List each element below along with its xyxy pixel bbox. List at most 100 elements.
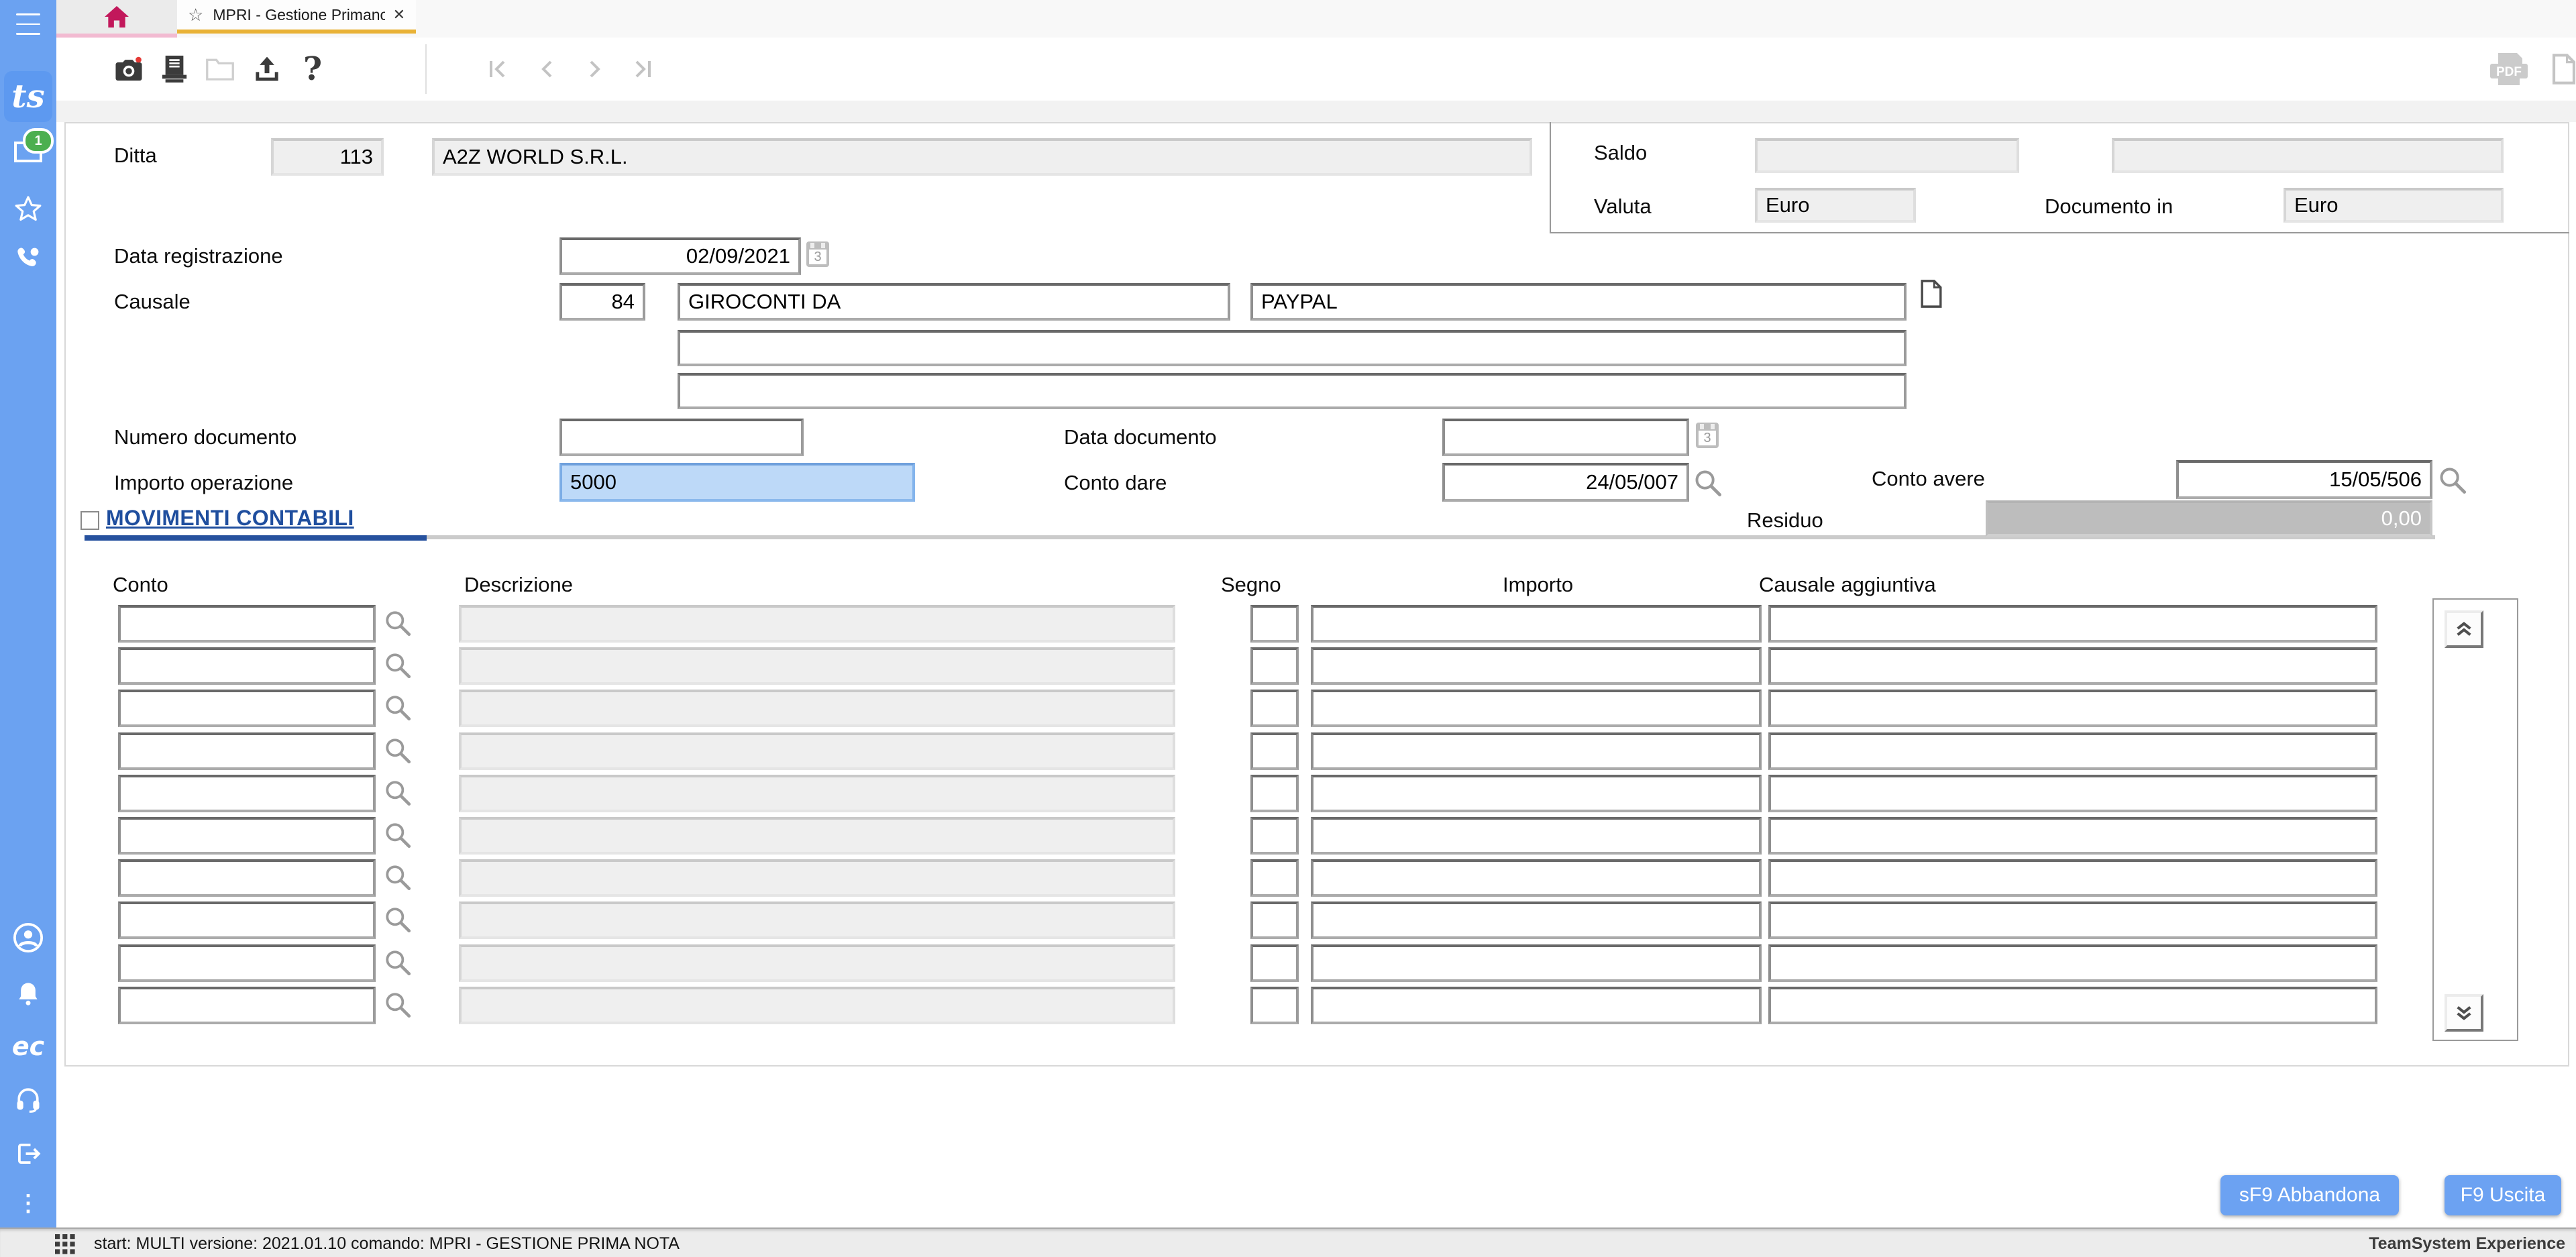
row-importo-field[interactable] (1311, 817, 1762, 855)
row-importo-field[interactable] (1311, 859, 1762, 897)
row-causale-aggiuntiva-field[interactable] (1768, 987, 2377, 1024)
conto-avere-field[interactable]: 15/05/506 (2176, 460, 2432, 499)
row-causale-aggiuntiva-field[interactable] (1768, 775, 2377, 812)
importo-operazione-field[interactable]: 5000 (559, 463, 915, 502)
row-conto-search-icon[interactable] (384, 736, 412, 765)
causale-desc1-field[interactable]: GIROCONTI DA (678, 283, 1230, 321)
sidebar-item-more[interactable]: ⋮ (0, 1189, 56, 1218)
sidebar-item-ec[interactable]: ec (0, 1030, 56, 1062)
sidebar-item-support[interactable] (0, 1081, 56, 1116)
causale-note-button[interactable] (1920, 279, 1943, 309)
row-segno-field[interactable] (1250, 944, 1299, 982)
tab-gestione-primanota[interactable]: ☆ MPRI - Gestione Primanota ✕ (177, 0, 416, 34)
nav-last-button[interactable] (628, 38, 657, 101)
tab-favorite-icon[interactable]: ☆ (188, 5, 203, 25)
row-causale-aggiuntiva-field[interactable] (1768, 690, 2377, 727)
nav-next-button[interactable] (581, 38, 610, 101)
row-segno-field[interactable] (1250, 690, 1299, 727)
causale-extra1-field[interactable] (678, 330, 1907, 366)
movimenti-checkbox[interactable] (80, 511, 99, 530)
row-conto-field[interactable] (118, 605, 376, 643)
row-conto-field[interactable] (118, 647, 376, 685)
row-segno-field[interactable] (1250, 987, 1299, 1024)
row-causale-aggiuntiva-field[interactable] (1768, 647, 2377, 685)
abbandona-button[interactable]: sF9 Abbandona (2220, 1175, 2399, 1215)
row-importo-field[interactable] (1311, 605, 1762, 643)
row-causale-aggiuntiva-field[interactable] (1768, 732, 2377, 770)
conto-dare-field[interactable]: 24/05/007 (1442, 463, 1689, 502)
causale-code-field[interactable]: 84 (559, 283, 645, 321)
hamburger-menu-icon[interactable] (0, 9, 56, 39)
row-conto-search-icon[interactable] (384, 863, 412, 891)
scroll-down-button[interactable] (2445, 994, 2483, 1032)
row-conto-search-icon[interactable] (384, 651, 412, 679)
app-grid-icon[interactable] (55, 1234, 75, 1254)
row-conto-field[interactable] (118, 859, 376, 897)
row-conto-search-icon[interactable] (384, 609, 412, 637)
row-importo-field[interactable] (1311, 987, 1762, 1024)
sidebar-item-phone[interactable] (0, 241, 56, 276)
row-causale-aggiuntiva-field[interactable] (1768, 605, 2377, 643)
main-toolbar: ? (56, 38, 2576, 102)
row-conto-search-icon[interactable] (384, 694, 412, 722)
conto-dare-search-icon[interactable] (1693, 468, 1723, 498)
nav-prev-button[interactable] (531, 38, 561, 101)
row-segno-field[interactable] (1250, 859, 1299, 897)
row-conto-field[interactable] (118, 732, 376, 770)
row-causale-aggiuntiva-field[interactable] (1768, 817, 2377, 855)
row-importo-field[interactable] (1311, 901, 1762, 939)
sidebar-item-documents[interactable]: 1 (0, 134, 56, 169)
row-conto-field[interactable] (118, 944, 376, 982)
row-causale-aggiuntiva-field[interactable] (1768, 859, 2377, 897)
numero-documento-field[interactable] (559, 419, 804, 456)
row-causale-aggiuntiva-field[interactable] (1768, 944, 2377, 982)
row-importo-field[interactable] (1311, 944, 1762, 982)
row-conto-search-icon[interactable] (384, 948, 412, 977)
data-documento-calendar-icon[interactable]: 3 (1696, 423, 1719, 448)
data-documento-field[interactable] (1442, 419, 1689, 456)
conto-avere-search-icon[interactable] (2438, 466, 2467, 495)
sidebar-item-favorites[interactable] (0, 192, 56, 224)
sidebar-item-logout[interactable] (0, 1136, 56, 1171)
row-importo-field[interactable] (1311, 690, 1762, 727)
row-conto-search-icon[interactable] (384, 906, 412, 934)
row-segno-field[interactable] (1250, 817, 1299, 855)
print-button[interactable] (158, 38, 191, 101)
row-conto-field[interactable] (118, 775, 376, 812)
uscita-button[interactable]: F9 Uscita (2445, 1175, 2561, 1215)
tab-close-icon[interactable]: ✕ (393, 6, 405, 23)
nav-first-button[interactable] (483, 38, 513, 101)
export-pdf-button[interactable]: PDF (2482, 38, 2536, 101)
causale-desc2-field[interactable]: PAYPAL (1250, 283, 1907, 321)
export-button[interactable] (251, 38, 283, 101)
row-conto-field[interactable] (118, 987, 376, 1024)
home-button[interactable] (56, 0, 177, 38)
screenshot-button[interactable] (113, 38, 145, 101)
row-conto-field[interactable] (118, 901, 376, 939)
teamsystem-logo[interactable]: ts (0, 70, 56, 123)
new-document-button[interactable] (2546, 38, 2576, 101)
row-conto-search-icon[interactable] (384, 779, 412, 807)
row-segno-field[interactable] (1250, 732, 1299, 770)
data-registrazione-field[interactable]: 02/09/2021 (559, 237, 801, 275)
causale-extra2-field[interactable] (678, 373, 1907, 409)
row-conto-field[interactable] (118, 690, 376, 727)
row-segno-field[interactable] (1250, 901, 1299, 939)
row-causale-aggiuntiva-field[interactable] (1768, 901, 2377, 939)
movimenti-contabili-tab[interactable]: MOVIMENTI CONTABILI (106, 506, 354, 531)
row-conto-search-icon[interactable] (384, 821, 412, 849)
row-segno-field[interactable] (1250, 775, 1299, 812)
open-folder-button[interactable] (204, 38, 236, 101)
upload-icon (253, 54, 281, 84)
row-importo-field[interactable] (1311, 732, 1762, 770)
help-button[interactable]: ? (299, 38, 326, 101)
row-segno-field[interactable] (1250, 605, 1299, 643)
data-registrazione-calendar-icon[interactable]: 3 (806, 241, 829, 267)
scroll-up-button[interactable] (2445, 610, 2483, 648)
row-importo-field[interactable] (1311, 775, 1762, 812)
row-importo-field[interactable] (1311, 647, 1762, 685)
row-conto-search-icon[interactable] (384, 991, 412, 1019)
row-segno-field[interactable] (1250, 647, 1299, 685)
rows-scrollbar[interactable] (2432, 598, 2518, 1041)
row-conto-field[interactable] (118, 817, 376, 855)
